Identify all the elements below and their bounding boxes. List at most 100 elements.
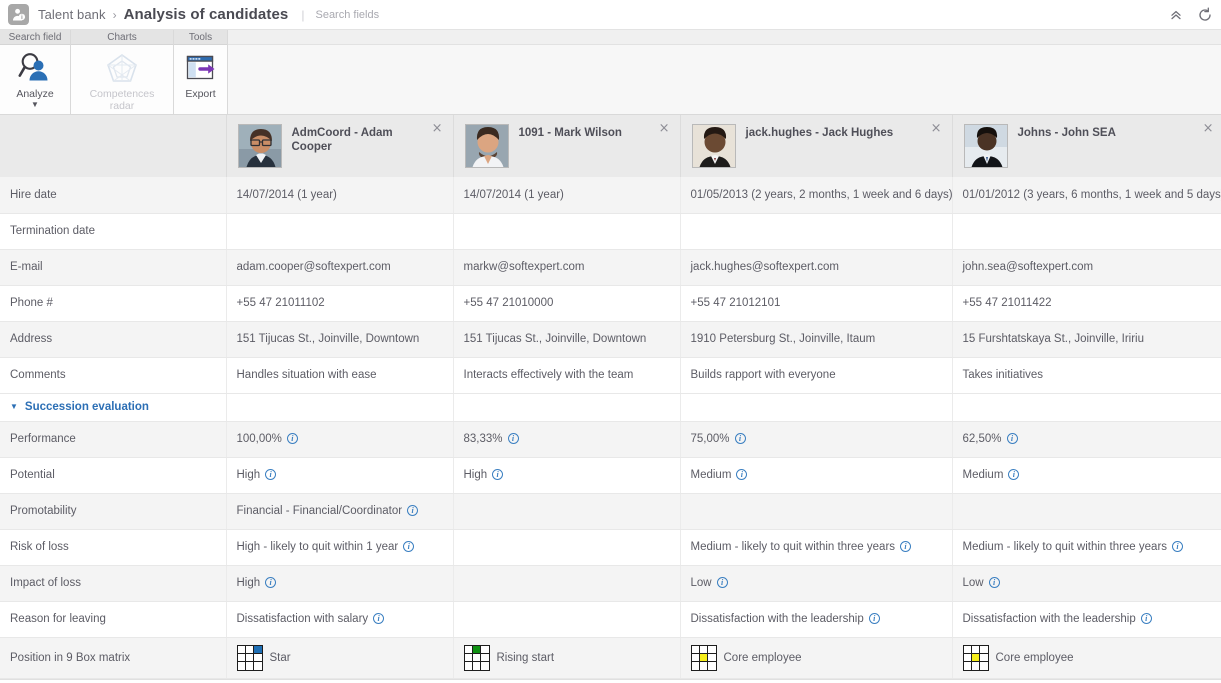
section-label: Succession evaluation (24, 401, 149, 413)
section-row[interactable]: ▼ Succession evaluation (0, 393, 1221, 422)
section-toggle[interactable]: ▼ Succession evaluation (0, 393, 227, 422)
row-label: Performance (0, 421, 227, 458)
table-row: Potential High i High i Medium i Medium i (0, 457, 1221, 494)
candidate-header-cell: 1091 - Mark Wilson × (453, 115, 681, 177)
avatar (691, 124, 736, 168)
cell-value: markw@softexpert.com (463, 261, 585, 273)
table-cell (680, 493, 953, 530)
candidate-header-cell: AdmCoord - Adam Cooper × (226, 115, 454, 177)
row-label: Address (0, 321, 227, 358)
cell-value: Low (962, 577, 984, 589)
row-label: E-mail (0, 249, 227, 286)
close-icon[interactable]: × (432, 122, 443, 135)
ribbon-empty-area (228, 30, 1221, 114)
table-cell: john.sea@softexpert.com (952, 249, 1221, 286)
table-cell (453, 529, 681, 566)
info-icon[interactable]: i (407, 505, 419, 516)
info-icon[interactable]: i (736, 469, 748, 480)
row-label: Impact of loss (0, 565, 227, 602)
table-cell: 01/05/2013 (2 years, 2 months, 1 week an… (680, 177, 953, 214)
cell-value: 83,33% (463, 433, 503, 445)
info-icon[interactable]: i (1008, 469, 1020, 480)
table-body: Hire date 14/07/2014 (1 year) 14/07/2014 (… (0, 177, 1221, 679)
table-row: Phone # +55 47 21011102 +55 47 21010000 +55… (0, 285, 1221, 322)
info-icon[interactable]: i (900, 541, 912, 552)
export-button[interactable]: Export (174, 51, 227, 100)
row-label: Position in 9 Box matrix (0, 637, 227, 679)
close-icon[interactable]: × (659, 122, 670, 135)
cell-value: 15 Furshtatskaya St., Joinville, Iririu (962, 333, 1145, 345)
cell-value: Financial - Financial/Coordinator (236, 505, 403, 517)
info-icon[interactable]: i (286, 433, 298, 444)
person-info-icon (8, 4, 29, 25)
table-row: Promotability Financial - Financial/Coord… (0, 493, 1221, 530)
candidate-header-row: AdmCoord - Adam Cooper × 1091 - Mark Wil… (0, 115, 1221, 177)
table-row: Termination date (0, 213, 1221, 250)
table-cell: +55 47 21010000 (453, 285, 681, 322)
row-label: Promotability (0, 493, 227, 530)
cell-value: High (236, 577, 261, 589)
refresh-icon[interactable] (1197, 7, 1213, 23)
analyze-button[interactable]: Analyze ▼ (0, 51, 70, 109)
cell-value: +55 47 21010000 (463, 297, 554, 309)
info-icon[interactable]: i (265, 577, 277, 588)
table-head: AdmCoord - Adam Cooper × 1091 - Mark Wil… (0, 115, 1221, 177)
table-cell (453, 601, 681, 638)
nine-box-label: Core employee (723, 651, 802, 664)
info-icon[interactable]: i (1172, 541, 1184, 552)
table-cell: High i (226, 457, 454, 494)
avatar (464, 124, 509, 168)
info-icon[interactable]: i (373, 613, 385, 624)
cell-value: 14/07/2014 (1 year) (463, 188, 564, 201)
info-icon[interactable]: i (1006, 433, 1018, 444)
row-label: Reason for leaving (0, 601, 227, 638)
topbar-actions (1169, 0, 1213, 30)
radar-chart-icon (105, 51, 139, 85)
cell-value: Medium - likely to quit within three yea… (962, 541, 1168, 553)
info-icon[interactable]: i (988, 577, 1000, 588)
candidate-name: Johns - John SEA (1017, 127, 1116, 139)
ribbon-group-title: Search field (0, 30, 70, 45)
ribbon-group-charts: Charts Competences radar (71, 30, 174, 114)
nine-box-label: Star (269, 651, 291, 664)
cell-value: 75,00% (690, 433, 730, 445)
competences-radar-label: Competences radar (89, 88, 155, 112)
info-icon[interactable]: i (1140, 613, 1152, 624)
table-cell: 83,33% i (453, 421, 681, 458)
page-title: Analysis of candidates (123, 6, 289, 23)
table-cell (453, 565, 681, 602)
ribbon-group-search-field: Search field Analyze ▼ (0, 30, 71, 114)
close-icon[interactable]: × (931, 122, 942, 135)
row-label: Termination date (0, 213, 227, 250)
info-icon[interactable]: i (716, 577, 728, 588)
table-cell: Handles situation with ease (226, 357, 454, 394)
info-icon[interactable]: i (868, 613, 880, 624)
cell-value: 01/05/2013 (2 years, 2 months, 1 week an… (690, 188, 952, 201)
chevron-down-icon[interactable]: ▼ (10, 402, 18, 411)
table-cell: jack.hughes@softexpert.com (680, 249, 953, 286)
table-cell: Medium i (952, 457, 1221, 494)
search-input[interactable] (315, 8, 516, 21)
table-cell: Dissatisfaction with the leadership i (952, 601, 1221, 638)
table-cell: 75,00% i (680, 421, 953, 458)
candidate-name: 1091 - Mark Wilson (518, 127, 622, 139)
info-icon[interactable]: i (403, 541, 415, 552)
close-icon[interactable]: × (1203, 122, 1214, 135)
collapse-chevrons-icon[interactable] (1169, 8, 1183, 22)
table-cell: 100,00% i (226, 421, 454, 458)
table-cell: +55 47 21012101 (680, 285, 953, 322)
table-cell: Takes initiatives (952, 357, 1221, 394)
info-icon[interactable]: i (492, 469, 504, 480)
analyze-dropdown-caret-icon[interactable]: ▼ (31, 101, 39, 109)
candidate-name: jack.hughes - Jack Hughes (745, 127, 894, 139)
cell-value: Dissatisfaction with the leadership (690, 613, 864, 625)
breadcrumb-root[interactable]: Talent bank (38, 7, 106, 22)
cell-value: Dissatisfaction with salary (236, 613, 369, 625)
row-label: Comments (0, 357, 227, 394)
analyze-magnifier-person-icon (18, 51, 52, 85)
info-icon[interactable]: i (507, 433, 519, 444)
cell-value: High (463, 469, 488, 481)
info-icon[interactable]: i (734, 433, 746, 444)
info-icon[interactable]: i (265, 469, 277, 480)
table-cell: +55 47 21011102 (226, 285, 454, 322)
